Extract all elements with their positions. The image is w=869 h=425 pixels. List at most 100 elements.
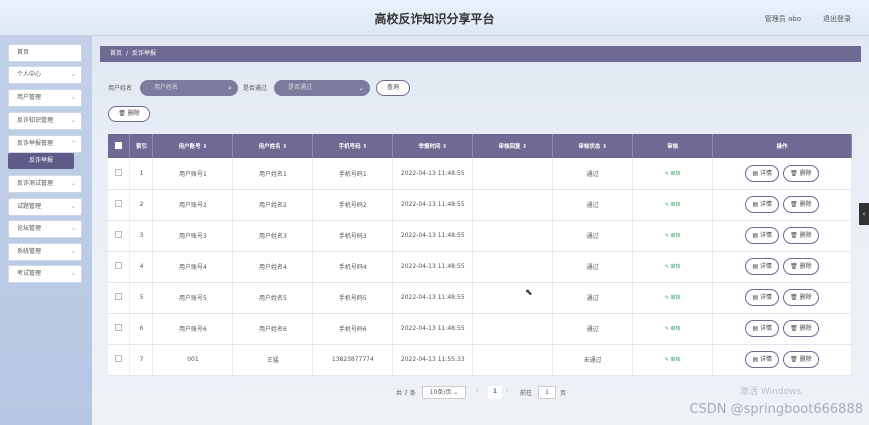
delete-button[interactable]: 🗑 删除 [783,320,819,337]
column-header-account[interactable]: 用户账号 ⇕ [152,134,234,158]
chevron-down-icon: ⌄ [70,248,76,255]
table-row: 5 用户账号5 用户姓名5 手机号码5 2022-04-13 11:48:55 通过 ✎ 审… [108,282,852,314]
delete-button[interactable]: 🗑 删除 [783,289,819,306]
delete-button[interactable]: 🗑 删除 [783,351,819,368]
column-header-review: 审核 [632,134,714,158]
report-table: 索引 用户账号 ⇕ 用户姓名 ⇕ 手机号码 ⇕ 举报时间 ⇕ 审核回复 ⇕ 审核… [108,134,852,376]
detail-button[interactable]: ▤ 详情 [745,289,780,306]
delete-button[interactable]: 🗑 删除 [783,227,819,244]
batch-delete-button[interactable]: 🗑 删除 [108,106,150,122]
cell-actions: ▤ 详情 🗑 删除 [712,282,852,314]
review-link[interactable]: ✎ 审核 [665,295,681,301]
delete-button[interactable]: 🗑 删除 [783,196,819,213]
sidebar-item-forum[interactable]: 论坛管理 ⌄ [8,220,82,238]
cell-time: 2022-04-13 11:48:55 [392,189,474,221]
main-content: 首页 / 反诈举报 用户姓名 用户姓名 ⌕ 是否通过 是否通过 ⌄ 查询 🗑 删除 … [100,38,861,418]
review-link[interactable]: ✎ 审核 [665,357,681,363]
sidebar-item-test[interactable]: 反诈测试管理 ⌄ [8,175,82,193]
sidebar-item-knowledge[interactable]: 反诈知识管理 ⌄ [8,112,82,130]
review-link[interactable]: ✎ 审核 [665,233,681,239]
sidebar-item-questions[interactable]: 试题管理 ⌄ [8,198,82,216]
review-link[interactable]: ✎ 审核 [665,326,681,332]
cell-review[interactable]: ✎ 审核 [632,189,714,221]
sidebar-subitem-report[interactable]: 反诈举报 [8,153,74,169]
column-header-reply[interactable]: 审核回复 ⇕ [472,134,554,158]
row-checkbox[interactable] [108,282,131,314]
page-size-select[interactable]: 10条/页 ⌄ [422,386,466,399]
detail-button[interactable]: ▤ 详情 [745,258,780,275]
cell-time: 2022-04-13 11:48:55 [392,158,474,190]
cell-account: 001 [152,344,234,376]
detail-button[interactable]: ▤ 详情 [745,227,780,244]
edit-icon: ✎ [664,295,669,301]
cell-review[interactable]: ✎ 审核 [632,158,714,190]
cell-actions: ▤ 详情 🗑 删除 [712,313,852,345]
chevron-down-icon: ⌄ [70,71,76,78]
next-page-button[interactable]: › [506,387,508,394]
review-link[interactable]: ✎ 审核 [665,264,681,270]
column-header-phone[interactable]: 手机号码 ⇕ [312,134,394,158]
cell-time: 2022-04-13 11:48:55 [392,313,474,345]
cell-reply [472,251,554,283]
detail-button[interactable]: ▤ 详情 [745,164,780,182]
cell-review[interactable]: ✎ 审核 [632,344,714,376]
row-checkbox[interactable] [108,220,131,252]
prev-page-button[interactable]: ‹ [476,387,478,394]
trash-icon: 🗑 [790,263,798,270]
cell-time: 2022-04-13 11:48:55 [392,282,474,314]
cell-phone: 手机号码1 [312,158,394,190]
review-link[interactable]: ✎ 审核 [665,171,681,177]
sidebar-item-home[interactable]: 首页 [8,44,82,62]
column-header-name[interactable]: 用户姓名 ⇕ [232,134,314,158]
cell-review[interactable]: ✎ 审核 [632,313,714,345]
search-icon: ⌕ [228,84,232,92]
cell-account: 用户账号4 [152,251,234,283]
goto-label: 前往 [520,390,533,397]
cell-actions: ▤ 详情 🗑 删除 [712,344,852,376]
cell-review[interactable]: ✎ 审核 [632,220,714,252]
delete-button[interactable]: 🗑 删除 [783,258,819,275]
breadcrumb-home[interactable]: 首页 [110,50,122,57]
cell-phone: 手机号码2 [312,189,394,221]
cell-time: 2022-04-13 11:48:55 [392,251,474,283]
logout-link[interactable]: 退出登录 [823,14,851,24]
select-all-checkbox[interactable] [108,134,131,158]
collapse-tab-icon[interactable]: ‹ [859,203,869,225]
page-number-current[interactable]: 1 [488,386,502,399]
goto-page-input[interactable]: 1 [538,386,556,399]
cell-review[interactable]: ✎ 审核 [632,282,714,314]
sidebar-item-profile[interactable]: 个人中心 ⌄ [8,66,82,84]
sidebar-item-exam[interactable]: 考试管理 ⌄ [8,265,82,283]
review-link[interactable]: ✎ 审核 [665,202,681,208]
csdn-watermark: CSDN @springboot666888 [689,402,863,417]
trash-icon: 🗑 [790,294,798,301]
column-header-status[interactable]: 审核状态 ⇕ [552,134,634,158]
sidebar-item-system[interactable]: 系统管理 ⌄ [8,243,82,261]
cell-time: 2022-04-13 11:55:33 [392,344,474,376]
query-button[interactable]: 查询 [376,80,410,96]
total-count: 共 7 条 [396,390,416,397]
delete-button[interactable]: 🗑 删除 [783,164,819,182]
row-checkbox[interactable] [108,251,131,283]
table-row: 6 用户账号6 用户姓名6 手机号码6 2022-04-13 11:48:55 通过 ✎ 审… [108,313,852,345]
cell-status: 通过 [552,220,634,252]
row-checkbox[interactable] [108,344,131,376]
detail-button[interactable]: ▤ 详情 [745,351,780,368]
user-name-input[interactable]: 用户姓名 ⌕ [140,80,238,96]
chevron-down-icon: ⌄ [70,94,76,101]
detail-button[interactable]: ▤ 详情 [745,196,780,213]
edit-icon: ✎ [664,357,669,363]
admin-user-label: 管理员 abo [764,15,801,23]
passed-select[interactable]: 是否通过 ⌄ [274,80,370,96]
sidebar-item-report[interactable]: 反诈举报管理 ⌃ [8,135,82,153]
row-checkbox[interactable] [108,189,131,221]
cell-actions: ▤ 详情 🗑 删除 [712,158,852,190]
row-checkbox[interactable] [108,313,131,345]
sidebar-item-users[interactable]: 用户管理 ⌄ [8,89,82,107]
cell-account: 用户账号2 [152,189,234,221]
cell-review[interactable]: ✎ 审核 [632,251,714,283]
mouse-cursor-icon: ⬉ [525,288,533,298]
column-header-time[interactable]: 举报时间 ⇕ [392,134,474,158]
row-checkbox[interactable] [108,158,131,190]
detail-button[interactable]: ▤ 详情 [745,320,780,337]
